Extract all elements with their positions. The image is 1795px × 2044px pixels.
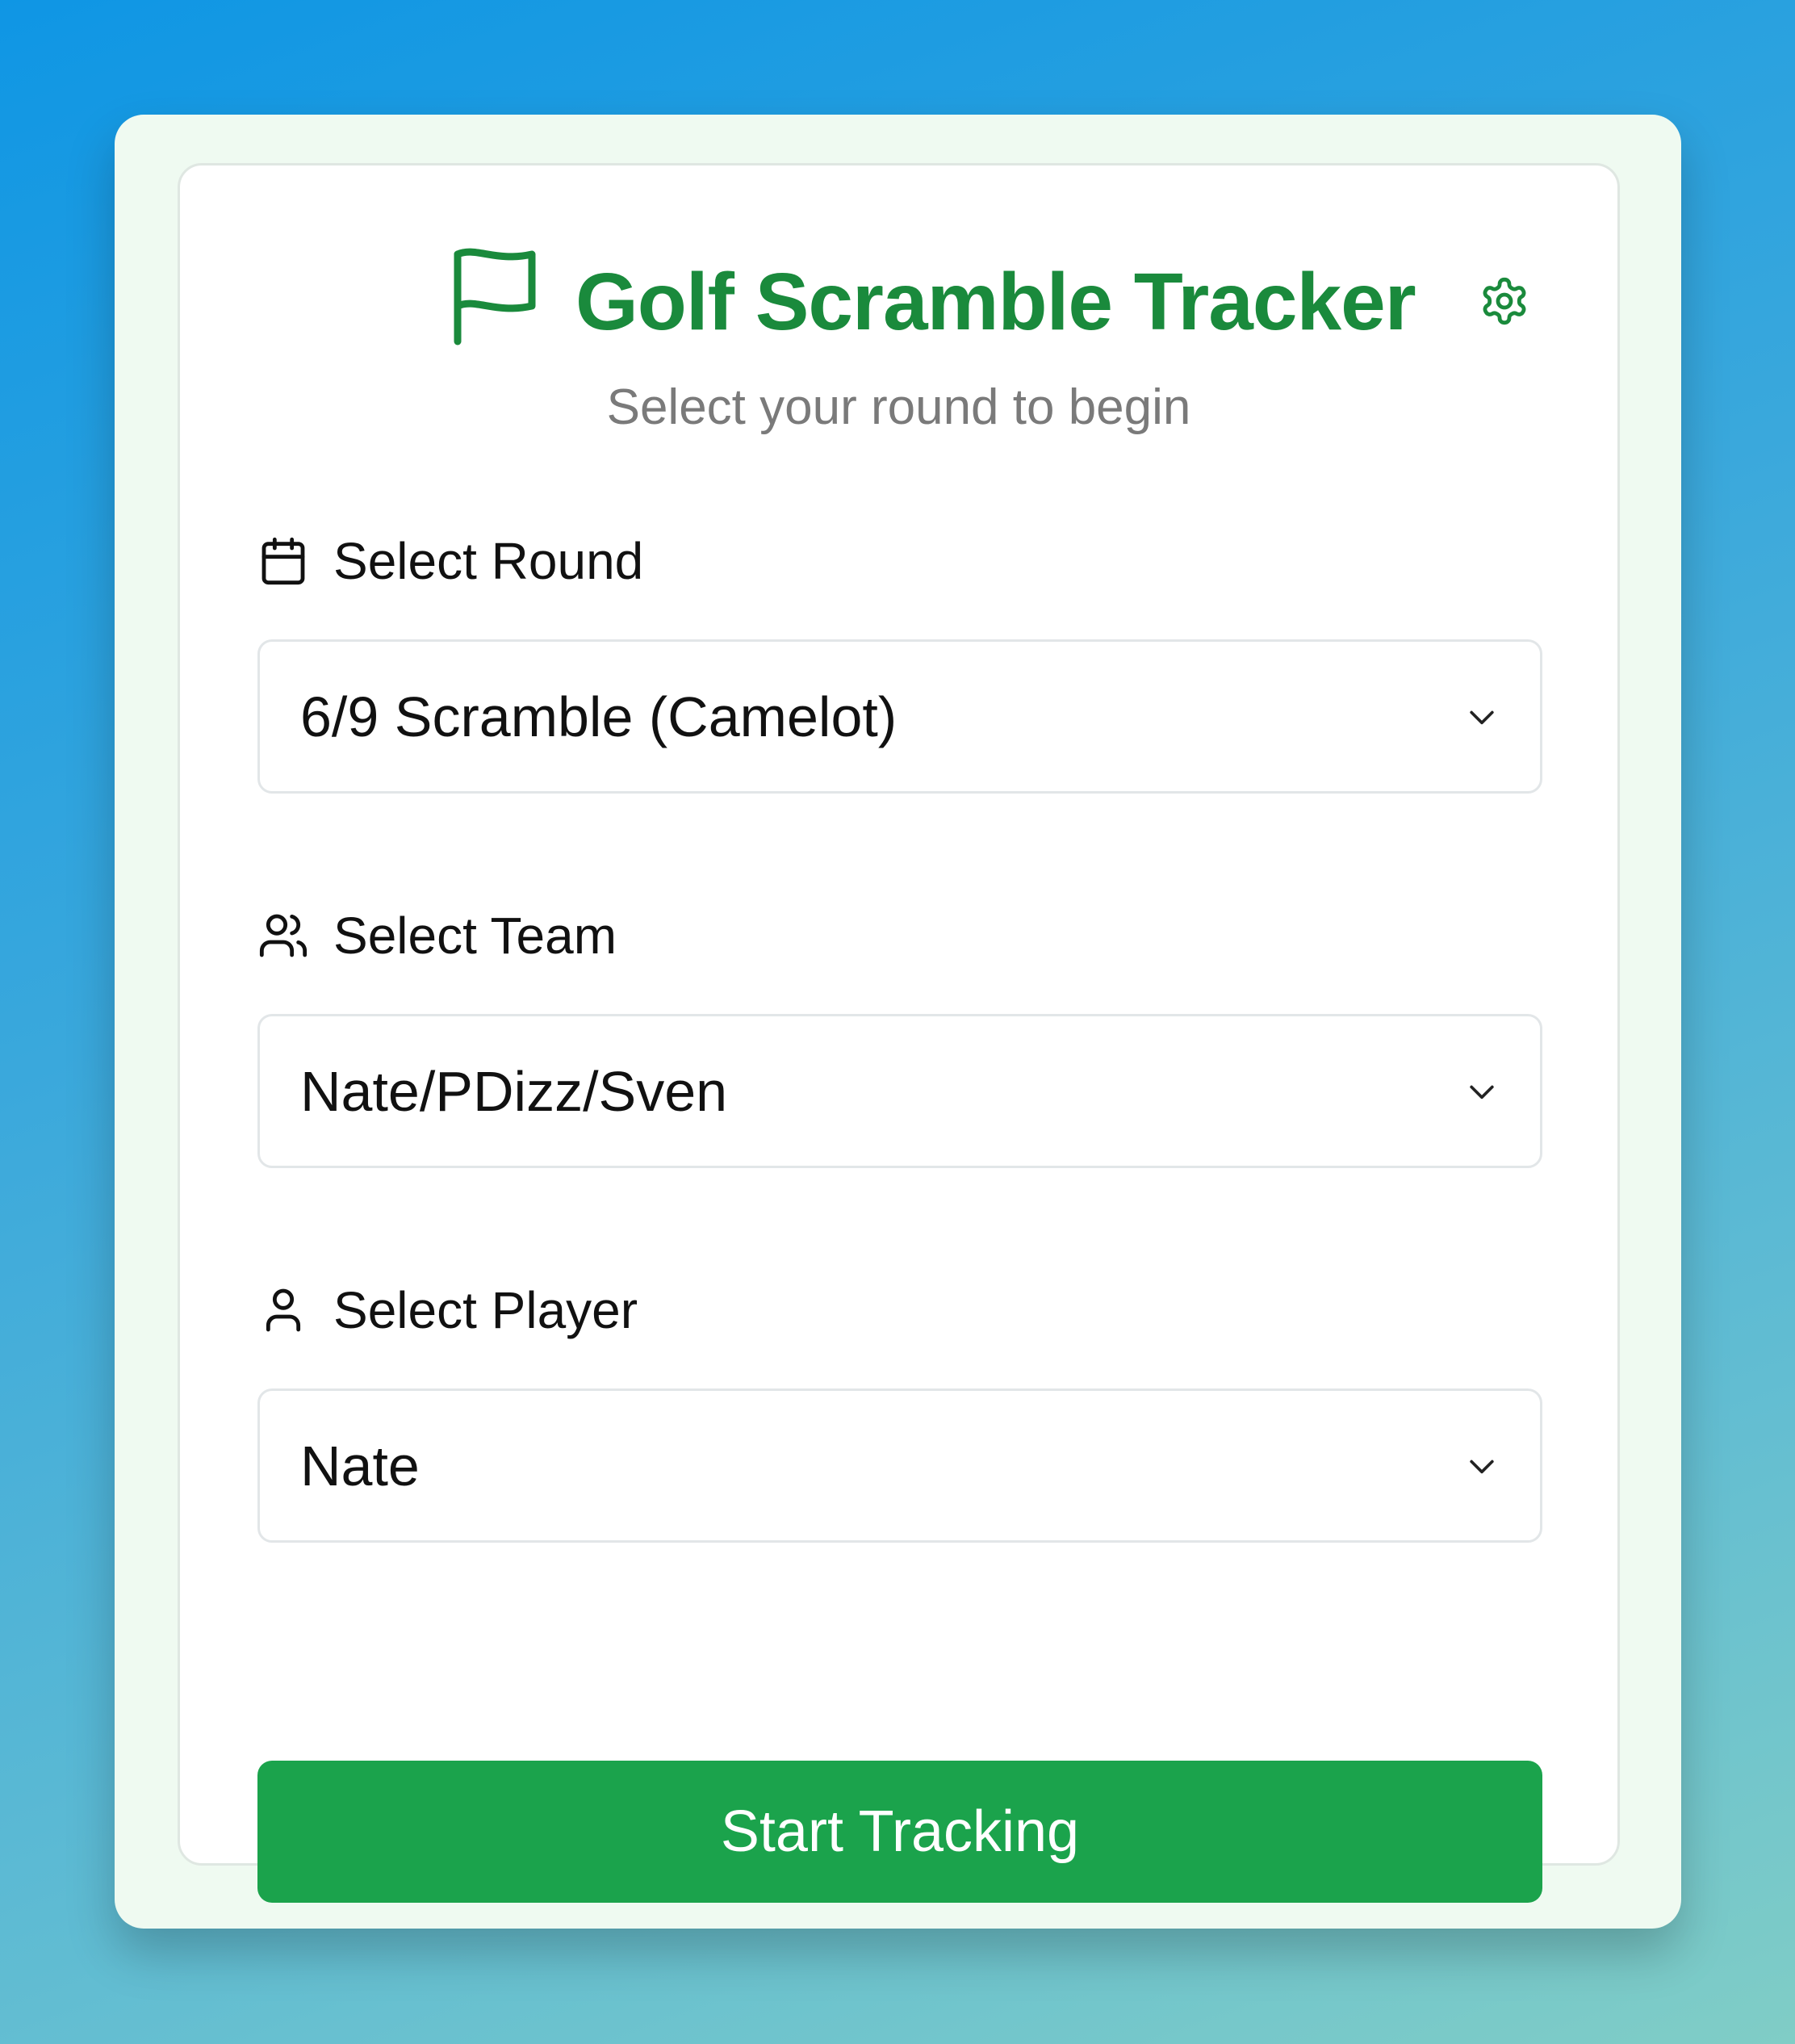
round-label-text: Select Round	[333, 532, 644, 590]
setup-card: Golf Scramble Tracker Select your round …	[178, 163, 1620, 1903]
header: Golf Scramble Tracker	[180, 246, 1617, 351]
round-label: Select Round	[257, 529, 643, 593]
chevron-down-icon	[1470, 1085, 1494, 1099]
subtitle: Select your round to begin	[606, 379, 1191, 435]
user-icon	[266, 1288, 301, 1332]
player-select[interactable]: Nate	[257, 1388, 1542, 1543]
team-label: Select Team	[257, 903, 617, 968]
round-select-value: 6/9 Scramble (Camelot)	[300, 685, 898, 748]
round-select[interactable]: 6/9 Scramble (Camelot)	[257, 639, 1542, 794]
page-title: Golf Scramble Tracker	[575, 257, 1416, 347]
gear-icon[interactable]	[1479, 275, 1530, 327]
player-label-text: Select Player	[333, 1281, 638, 1339]
team-select-value: Nate/PDizz/Sven	[300, 1059, 728, 1123]
player-select-value: Nate	[300, 1434, 420, 1497]
player-label: Select Player	[257, 1278, 638, 1342]
start-tracking-button[interactable]: Start Tracking	[257, 1761, 1542, 1903]
flag-icon	[454, 248, 536, 346]
chevron-down-icon	[1470, 1460, 1494, 1473]
outer-card: Golf Scramble Tracker Select your round …	[115, 115, 1681, 1929]
team-label-text: Select Team	[333, 907, 617, 965]
chevron-down-icon	[1470, 710, 1494, 724]
calendar-icon	[262, 537, 305, 585]
team-select[interactable]: Nate/PDizz/Sven	[257, 1014, 1542, 1168]
users-icon	[259, 914, 308, 957]
